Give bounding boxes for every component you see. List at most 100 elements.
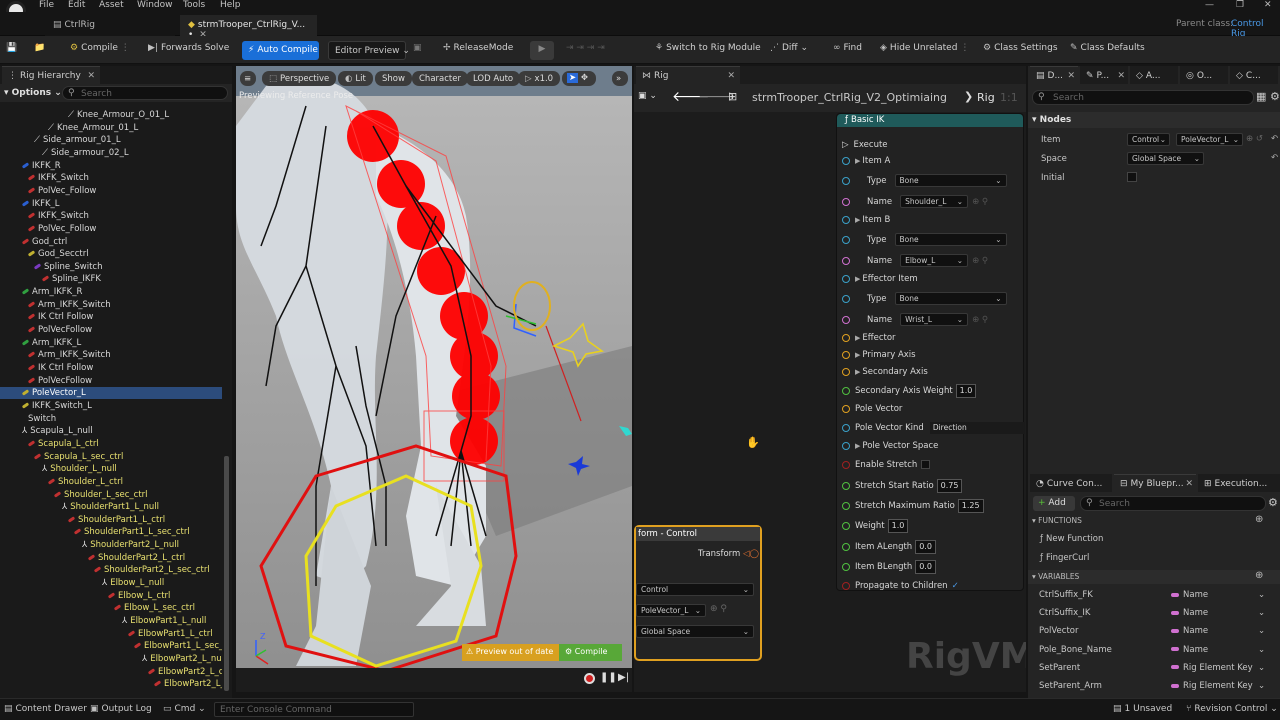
- expand-triangle-icon[interactable]: ▶: [855, 334, 860, 342]
- hierarchy-item[interactable]: Spline_Switch: [0, 261, 222, 273]
- hierarchy-item[interactable]: ElbowPart1_L_sec_ctr: [0, 640, 222, 652]
- pin-row-stretch-start[interactable]: Stretch Start Ratio 0.75: [842, 479, 963, 493]
- pin-row-item-b[interactable]: ▶ Item B: [842, 214, 890, 226]
- pin-value-combo[interactable]: Wrist_L ⌄: [900, 313, 969, 326]
- reset-arrow-icon[interactable]: ↶: [1271, 134, 1278, 144]
- hierarchy-item[interactable]: Arm_IKFK_Switch: [0, 349, 222, 361]
- chevron-down-icon[interactable]: ⌄: [1258, 626, 1265, 636]
- space-combo[interactable]: Global Space ⌄: [1127, 152, 1204, 165]
- class-defaults-button[interactable]: ✎ Class Defaults: [1070, 43, 1145, 53]
- browse-icon[interactable]: 📁: [34, 43, 45, 53]
- exec-pin-icon[interactable]: ▷: [842, 140, 849, 150]
- pin-number-value[interactable]: 0.0: [915, 560, 936, 574]
- play-button[interactable]: ▶: [530, 41, 554, 60]
- chevron-down-icon[interactable]: ⌄: [1258, 681, 1265, 691]
- console-command-input[interactable]: Enter Console Command: [214, 702, 414, 717]
- record-icon[interactable]: [584, 673, 595, 684]
- pin-row-item-a-length[interactable]: Item ALength 0.0: [842, 540, 936, 554]
- chevron-down-icon[interactable]: ⌄: [1258, 590, 1265, 600]
- item-type-combo[interactable]: Control ⌄: [1127, 133, 1170, 146]
- get-transform-control-node[interactable]: form - Control Transform ◁◯ Control ⌄ Pol…: [634, 525, 762, 661]
- hierarchy-item[interactable]: PolVecFollow: [0, 324, 222, 336]
- tab-ctrlrig[interactable]: ▤ CtrlRig: [45, 15, 175, 36]
- blueprint-tab[interactable]: ⊟ My Bluepr... ✕: [1114, 474, 1196, 492]
- hierarchy-item[interactable]: God_Secctrl: [0, 248, 222, 260]
- add-variable-icon[interactable]: ⊕: [1255, 570, 1263, 581]
- pin-row-primary-axis[interactable]: ▶ Primary Axis: [842, 349, 916, 361]
- details-tab[interactable]: ◇ C...: [1230, 66, 1278, 84]
- tab-rig-hierarchy[interactable]: ⋮ Rig Hierarchy ✕: [2, 66, 100, 84]
- hierarchy-item[interactable]: ⟋ Knee_Armour_O_01_L: [0, 109, 222, 121]
- pin-row-type[interactable]: Type Bone ⌄: [842, 292, 1007, 305]
- settings-small-icon[interactable]: ▣: [413, 43, 422, 53]
- initial-checkbox[interactable]: [1127, 172, 1137, 182]
- pin-value-combo[interactable]: Bone ⌄: [894, 292, 1007, 305]
- output-log-button[interactable]: ▣ Output Log: [90, 704, 152, 714]
- pin-row-pole-vector-kind[interactable]: Pole Vector Kind Direction: [842, 422, 1025, 434]
- hierarchy-item[interactable]: Switch: [0, 413, 222, 425]
- pin-checkbox-checked[interactable]: ✓: [952, 581, 959, 591]
- compile-button[interactable]: ⚙ Compile ⋮: [70, 43, 130, 53]
- close-tab-icon[interactable]: ✕: [1067, 71, 1075, 81]
- gear-icon[interactable]: ⚙: [1268, 496, 1278, 509]
- hierarchy-item[interactable]: ⅄ Shoulder_L_null: [0, 463, 222, 475]
- variable-name[interactable]: CtrlSuffix_FK: [1039, 590, 1093, 600]
- close-window-icon[interactable]: ✕: [1264, 0, 1272, 10]
- play-forward-icon[interactable]: ▶|: [618, 672, 629, 683]
- gear-icon[interactable]: ⚙: [1270, 90, 1280, 103]
- hierarchy-item[interactable]: IK Ctrl Follow: [0, 311, 222, 323]
- close-tab-icon[interactable]: ✕: [1117, 71, 1125, 81]
- pin-icon[interactable]: [842, 235, 850, 244]
- node-name-combo[interactable]: PoleVector_L ⌄: [636, 604, 706, 617]
- select-cursor-icon[interactable]: ➤: [567, 73, 579, 83]
- more-options-icon[interactable]: »: [612, 71, 628, 86]
- pin-icon[interactable]: [842, 404, 850, 413]
- use-selected-icon[interactable]: ⊕ ⚲: [710, 604, 727, 614]
- nodes-section-header[interactable]: ▾ Nodes: [1028, 112, 1280, 128]
- move-icon[interactable]: ✥: [581, 73, 588, 83]
- pin-row-type[interactable]: Type Bone ⌄: [842, 233, 1007, 246]
- pin-row-pole-vector[interactable]: Pole Vector: [842, 403, 902, 415]
- expand-triangle-icon[interactable]: ▶: [855, 351, 860, 359]
- perspective-button[interactable]: ⬚ Perspective: [262, 71, 337, 86]
- content-drawer-button[interactable]: ▤ Content Drawer: [4, 704, 87, 714]
- add-button[interactable]: + Add: [1033, 496, 1075, 511]
- pin-checkbox[interactable]: [921, 460, 931, 469]
- pin-icon[interactable]: [842, 350, 850, 359]
- pin-row-pole-vector-space[interactable]: ▶ Pole Vector Space: [842, 440, 938, 452]
- pin-icon[interactable]: [842, 315, 850, 324]
- expand-triangle-icon[interactable]: ▶: [855, 157, 860, 165]
- hierarchy-item[interactable]: Elbow_L_ctrl: [0, 590, 222, 602]
- transform-tools[interactable]: ➤ ✥: [562, 71, 596, 86]
- hierarchy-item[interactable]: Arm_IKFK_Switch: [0, 299, 222, 311]
- hierarchy-item[interactable]: IKFK_Switch_L: [0, 400, 222, 412]
- character-button[interactable]: Character: [412, 71, 468, 86]
- hierarchy-item[interactable]: ⅄ ShoulderPart1_L_null: [0, 501, 222, 513]
- hierarchy-item[interactable]: PolVec_Follow: [0, 185, 222, 197]
- viewport-menu-button[interactable]: ≡: [240, 71, 256, 86]
- playback-speed-button[interactable]: ▷ x1.0: [518, 71, 561, 86]
- pin-icon[interactable]: [842, 367, 850, 376]
- pin-value-combo[interactable]: Bone ⌄: [894, 233, 1007, 246]
- use-selected-icon[interactable]: ⊕ ⚲: [972, 197, 988, 207]
- hierarchy-item[interactable]: ⅄ ShoulderPart2_L_null: [0, 539, 222, 551]
- menu-help[interactable]: Help: [220, 0, 241, 10]
- hierarchy-item[interactable]: ⟋ Knee_Armour_01_L: [0, 122, 222, 134]
- functions-header[interactable]: ▾ FUNCTIONS ⊕: [1028, 514, 1280, 528]
- item-tools-icon[interactable]: ⊕ ↺: [1246, 134, 1263, 144]
- pin-number-value[interactable]: 0.0: [915, 540, 936, 554]
- menu-file[interactable]: File: [39, 0, 54, 10]
- blueprint-search-input[interactable]: ⚲ Search: [1080, 496, 1266, 511]
- pin-icon[interactable]: [842, 441, 850, 450]
- hierarchy-item[interactable]: ⅄ Elbow_L_null: [0, 577, 222, 589]
- minimize-icon[interactable]: —: [1205, 0, 1214, 10]
- pin-row-name[interactable]: Name Shoulder_L ⌄ ⊕ ⚲: [842, 195, 988, 208]
- pin-icon[interactable]: [842, 176, 850, 185]
- hierarchy-item[interactable]: Arm_IKFK_R: [0, 286, 222, 298]
- expand-triangle-icon[interactable]: ▶: [855, 275, 860, 283]
- transform-pin-icon[interactable]: ◁◯: [743, 549, 759, 559]
- blueprint-tab[interactable]: ⊞ Execution...: [1198, 474, 1280, 492]
- pin-row-propagate[interactable]: Propagate to Children ✓: [842, 580, 959, 592]
- auto-compile-toggle[interactable]: ⚡ Auto Compile: [242, 41, 319, 60]
- table-view-icon[interactable]: ▦: [1256, 90, 1266, 103]
